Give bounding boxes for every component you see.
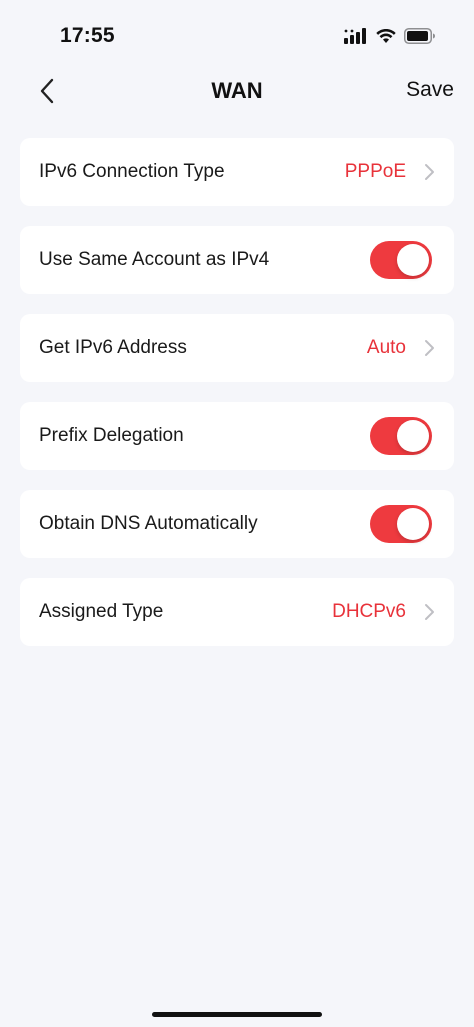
page-title: WAN — [211, 78, 263, 103]
row-label: Prefix Delegation — [39, 425, 184, 446]
chevron-right-icon — [425, 340, 434, 356]
toggle-knob — [397, 244, 429, 276]
obtain-dns-row: Obtain DNS Automatically — [20, 490, 454, 558]
get-ipv6-address-row[interactable]: Get IPv6 Address Auto — [20, 314, 454, 382]
row-label: Obtain DNS Automatically — [39, 513, 258, 534]
obtain-dns-toggle[interactable] — [370, 505, 432, 543]
row-label: Assigned Type — [39, 601, 164, 622]
row-value: DHCPv6 — [332, 601, 406, 622]
use-same-account-row: Use Same Account as IPv4 — [20, 226, 454, 294]
settings-list: IPv6 Connection Type PPPoE Use Same Acco… — [20, 138, 454, 666]
chevron-right-icon — [425, 604, 434, 620]
status-icons — [344, 26, 436, 46]
toggle-knob — [397, 420, 429, 452]
save-button[interactable]: Save — [406, 78, 454, 102]
row-value: PPPoE — [344, 161, 406, 182]
chevron-right-icon — [425, 164, 434, 180]
home-indicator[interactable] — [152, 1012, 322, 1017]
cellular-signal-icon — [344, 28, 366, 44]
battery-icon — [404, 28, 435, 44]
row-label: Get IPv6 Address — [39, 337, 187, 358]
nav-bar: WAN Save — [0, 60, 474, 124]
wifi-icon — [376, 28, 396, 43]
row-label: Use Same Account as IPv4 — [39, 249, 270, 270]
status-bar: 17:55 — [0, 0, 474, 60]
row-value: Auto — [366, 337, 406, 358]
toggle-knob — [397, 508, 429, 540]
assigned-type-row[interactable]: Assigned Type DHCPv6 — [20, 578, 454, 646]
status-time: 17:55 — [60, 24, 115, 47]
row-label: IPv6 Connection Type — [39, 161, 225, 182]
prefix-delegation-toggle[interactable] — [370, 417, 432, 455]
ipv6-connection-type-row[interactable]: IPv6 Connection Type PPPoE — [20, 138, 454, 206]
use-same-account-toggle[interactable] — [370, 241, 432, 279]
prefix-delegation-row: Prefix Delegation — [20, 402, 454, 470]
